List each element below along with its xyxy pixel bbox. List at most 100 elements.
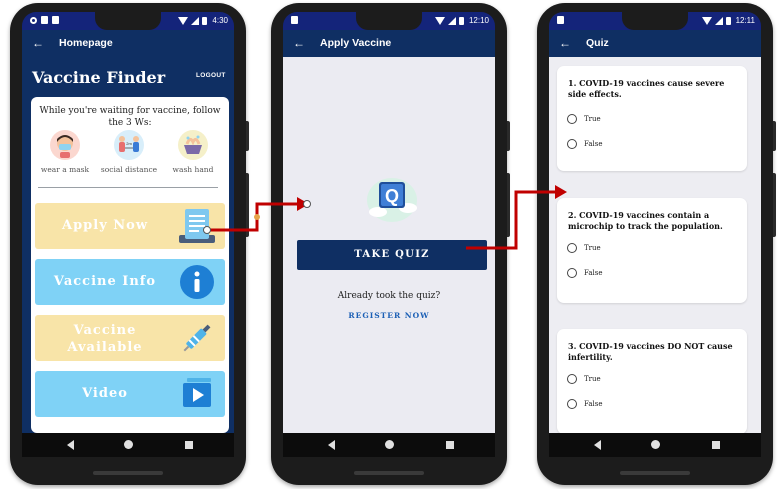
- nav-back-icon[interactable]: [67, 440, 74, 450]
- bottom-speaker: [93, 471, 163, 475]
- nav-back-icon[interactable]: [594, 440, 601, 450]
- waiting-text: While you're waiting for vaccine, follow…: [39, 106, 221, 128]
- divider: [38, 187, 218, 188]
- bottom-speaker: [354, 471, 424, 475]
- back-arrow-icon[interactable]: ←: [559, 36, 571, 50]
- option-label: False: [584, 140, 603, 148]
- battery-icon: [202, 16, 208, 25]
- back-arrow-icon[interactable]: ←: [32, 36, 44, 50]
- camera-notch: [622, 12, 688, 30]
- nav-bar: [549, 433, 761, 457]
- app-bar: ← Quiz: [549, 30, 761, 57]
- video-icon: [177, 375, 217, 413]
- page-title: Vaccine Finder: [32, 68, 166, 87]
- back-arrow-icon[interactable]: ←: [293, 36, 305, 50]
- menu-label: Video: [82, 386, 128, 401]
- radio-button[interactable]: [567, 399, 577, 409]
- nav-recent-icon[interactable]: [185, 441, 193, 449]
- battery-icon: [725, 16, 731, 25]
- nav-back-icon[interactable]: [328, 440, 335, 450]
- social-distance-icon: 2m: [114, 130, 144, 160]
- phone-quiz: 12:11 ← Quiz 1. COVID-19 vaccines cause …: [537, 3, 776, 485]
- vaccine-info-button[interactable]: Vaccine Info: [35, 259, 225, 305]
- phone-homepage: 4:30 ← Homepage Vaccine Finder LOGOUT Wh…: [10, 3, 249, 485]
- option-true[interactable]: True: [567, 243, 601, 253]
- option-label: False: [584, 269, 603, 277]
- arrow-mid-dot: [254, 214, 260, 220]
- ws-item-distance: 2m social distance: [98, 130, 160, 174]
- camera-notch: [95, 12, 161, 30]
- already-took-text: Already took the quiz?: [337, 291, 441, 301]
- wash-hand-icon: [178, 130, 208, 160]
- status-time: 4:30: [212, 16, 228, 25]
- signal-icon: [447, 16, 456, 25]
- flow-diagram: 4:30 ← Homepage Vaccine Finder LOGOUT Wh…: [0, 0, 780, 489]
- signal-icon: [191, 16, 200, 25]
- status-bar: 4:30: [22, 12, 234, 30]
- ws-label: social distance: [100, 165, 158, 174]
- nav-home-icon[interactable]: [385, 440, 394, 449]
- app-bar: ← Apply Vaccine: [283, 30, 495, 57]
- radio-button[interactable]: [567, 139, 577, 149]
- radio-button[interactable]: [567, 268, 577, 278]
- status-time: 12:10: [468, 16, 489, 25]
- option-true[interactable]: True: [567, 114, 601, 124]
- nav-recent-icon[interactable]: [712, 441, 720, 449]
- nav-recent-icon[interactable]: [446, 441, 454, 449]
- svg-text:2m: 2m: [126, 141, 132, 146]
- menu-label: Vaccine Info: [53, 274, 157, 289]
- camera-notch: [356, 12, 422, 30]
- option-false[interactable]: False: [567, 139, 603, 149]
- radio-button[interactable]: [567, 374, 577, 384]
- app-bar-title: Homepage: [59, 37, 113, 49]
- ws-label: wash hand: [172, 165, 214, 174]
- notification-icon: [41, 16, 48, 24]
- video-button[interactable]: Video: [35, 371, 225, 417]
- nav-home-icon[interactable]: [651, 440, 660, 449]
- option-false[interactable]: False: [567, 399, 603, 409]
- ws-item-mask: wear a mask: [34, 130, 96, 174]
- nav-bar: [283, 433, 495, 457]
- question-text: 1. COVID-19 vaccines cause severe side e…: [568, 78, 725, 99]
- syringe-icon: [177, 319, 217, 357]
- vaccine-available-button[interactable]: Vaccine Available: [35, 315, 225, 361]
- quiz-logo-icon: Q: [364, 174, 420, 224]
- phone-apply-vaccine: 12:10 ← Apply Vaccine Q TAKE QUIZ Alread…: [271, 3, 510, 485]
- info-icon: [177, 263, 217, 301]
- svg-text:Q: Q: [385, 186, 399, 206]
- screen-apply-vaccine: 12:10 ← Apply Vaccine Q TAKE QUIZ Alread…: [283, 12, 495, 433]
- register-now-link[interactable]: REGISTER NOW: [283, 311, 495, 320]
- option-label: True: [584, 115, 601, 123]
- signal-icon: [714, 16, 723, 25]
- sim-icon: [52, 16, 59, 24]
- ws-item-wash: wash hand: [162, 130, 224, 174]
- screen-homepage: 4:30 ← Homepage Vaccine Finder LOGOUT Wh…: [22, 12, 234, 433]
- wifi-icon: [434, 16, 445, 25]
- option-false[interactable]: False: [567, 268, 603, 278]
- option-true[interactable]: True: [567, 374, 601, 384]
- app-bar-title: Quiz: [586, 37, 609, 49]
- apply-now-button[interactable]: Apply Now: [35, 203, 225, 249]
- notification-icon: [557, 16, 564, 24]
- radio-button[interactable]: [567, 243, 577, 253]
- question-text: 2. COVID-19 vaccines contain a microchip…: [568, 210, 723, 231]
- notification-icon: [291, 16, 298, 24]
- wifi-icon: [701, 16, 712, 25]
- question-card: 3. COVID-19 vaccines DO NOT cause infert…: [557, 329, 747, 433]
- nav-home-icon[interactable]: [124, 440, 133, 449]
- take-quiz-button[interactable]: TAKE QUIZ: [297, 240, 487, 270]
- menu-label: Vaccine Available: [67, 323, 143, 355]
- battery-icon: [458, 16, 464, 25]
- nav-bar: [22, 433, 234, 457]
- mask-icon: [50, 130, 80, 160]
- question-card: 1. COVID-19 vaccines cause severe side e…: [557, 66, 747, 171]
- option-label: True: [584, 244, 601, 252]
- radio-button[interactable]: [567, 114, 577, 124]
- app-bar: ← Homepage: [22, 30, 234, 57]
- logout-button[interactable]: LOGOUT: [196, 72, 226, 79]
- status-bar: 12:10: [283, 12, 495, 30]
- question-card: 2. COVID-19 vaccines contain a microchip…: [557, 198, 747, 303]
- menu-label: Apply Now: [61, 218, 149, 233]
- settings-icon: [30, 16, 37, 24]
- question-text: 3. COVID-19 vaccines DO NOT cause infert…: [568, 341, 733, 362]
